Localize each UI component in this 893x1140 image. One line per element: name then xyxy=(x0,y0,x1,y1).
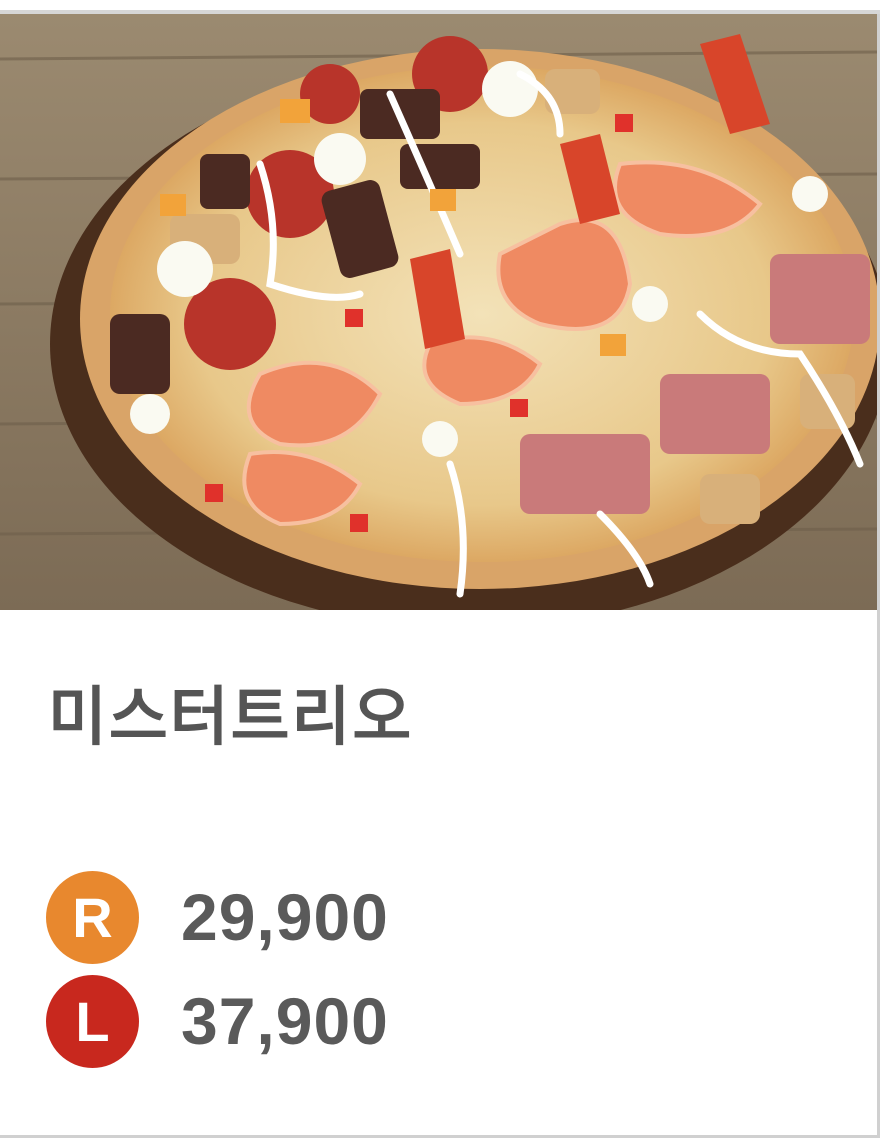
price-large: 37,900 xyxy=(181,984,389,1058)
product-name: 미스터트리오 xyxy=(48,681,414,755)
product-card[interactable]: 미스터트리오 R 29,900 L 37,900 xyxy=(0,14,880,1138)
pizza-illustration xyxy=(0,14,877,610)
size-badge-large: L xyxy=(46,974,139,1068)
price-row-large: L 37,900 xyxy=(46,974,389,1068)
price-row-regular: R 29,900 xyxy=(46,870,389,964)
size-badge-regular: R xyxy=(46,870,139,964)
pizza-photo[interactable] xyxy=(0,14,877,610)
price-regular: 29,900 xyxy=(181,880,389,954)
